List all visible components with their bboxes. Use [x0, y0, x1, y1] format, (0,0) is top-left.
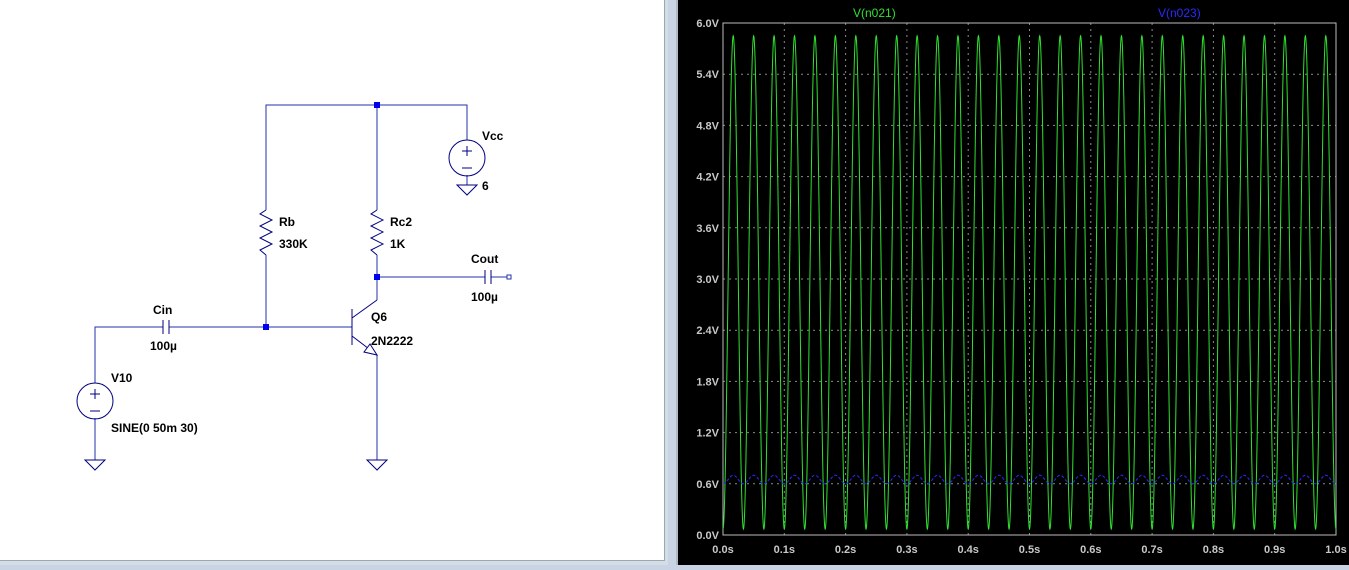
- x-tick-label: 0.1s: [774, 544, 795, 556]
- vcc-source-symbol: [448, 139, 486, 177]
- y-tick-label: 2.4V: [696, 325, 719, 337]
- y-tick-label: 0.0V: [696, 530, 719, 542]
- vcc-value: 6: [482, 179, 489, 193]
- y-tick-label: 5.4V: [696, 69, 719, 81]
- x-tick-label: 1.0s: [1325, 544, 1346, 556]
- y-tick-label: 6.0V: [696, 18, 719, 30]
- y-tick-label: 0.6V: [696, 479, 719, 491]
- y-axis-ticks: 0.0V 0.6V 1.2V 1.8V 2.4V 3.0V 3.6V 4.2V 4.8V 5.4V…: [696, 18, 719, 542]
- v10-value: SINE(0 50m 30): [111, 421, 198, 435]
- cout-name: Cout: [471, 252, 498, 266]
- trace-label-vn023[interactable]: V(n023): [1158, 6, 1201, 20]
- y-tick-label: 4.2V: [696, 172, 719, 184]
- cout-value: 100µ: [471, 290, 498, 304]
- x-tick-label: 0.9s: [1264, 544, 1285, 556]
- y-tick-label: 1.8V: [696, 376, 719, 388]
- x-tick-label: 0.6s: [1080, 544, 1101, 556]
- schematic-pane[interactable]: Vcc 6 Rb 330K Rc2 1K Cout 100µ Cin 100µ …: [0, 0, 668, 565]
- v10-name: V10: [111, 371, 133, 385]
- y-tick-label: 3.0V: [696, 274, 719, 286]
- ground-icon: [365, 459, 389, 471]
- q6-value: 2N2222: [371, 334, 413, 348]
- cin-value: 100µ: [150, 339, 177, 353]
- x-tick-label: 0.7s: [1141, 544, 1162, 556]
- rc2-value: 1K: [390, 237, 406, 251]
- schematic-drawing: Vcc 6 Rb 330K Rc2 1K Cout 100µ Cin 100µ …: [76, 102, 512, 471]
- node: [263, 324, 269, 330]
- trace-label-vn021[interactable]: V(n021): [853, 6, 896, 20]
- ground-icon: [83, 459, 107, 471]
- rc2-name: Rc2: [390, 215, 412, 229]
- ground-icon: [455, 184, 479, 196]
- wire-top: [265, 104, 468, 210]
- y-tick-label: 3.6V: [696, 223, 719, 235]
- vcc-name: Vcc: [482, 129, 504, 143]
- node: [374, 102, 380, 108]
- x-tick-label: 0.4s: [957, 544, 978, 556]
- x-axis-ticks: 0.0s 0.1s 0.2s 0.3s 0.4s 0.5s 0.6s 0.7s 0.8s 0.9s…: [712, 544, 1346, 556]
- x-tick-label: 0.8s: [1203, 544, 1224, 556]
- node: [374, 274, 380, 280]
- x-tick-label: 0.2s: [835, 544, 856, 556]
- rb-symbol: [258, 209, 274, 256]
- y-tick-label: 1.2V: [696, 428, 719, 440]
- output-terminal: [506, 274, 512, 280]
- x-tick-label: 0.0s: [712, 544, 733, 556]
- plot-grid: [723, 23, 1336, 535]
- cin-name: Cin: [153, 303, 172, 317]
- rb-value: 330K: [279, 237, 308, 251]
- x-tick-label: 0.5s: [1019, 544, 1040, 556]
- x-tick-label: 0.3s: [896, 544, 917, 556]
- v10-source-symbol: [76, 382, 114, 420]
- q6-name: Q6: [371, 310, 387, 324]
- waveform-plot[interactable]: 0.0V 0.6V 1.2V 1.8V 2.4V 3.0V 3.6V 4.2V 4.8V 5.4V…: [678, 0, 1349, 565]
- rc2-symbol: [369, 209, 385, 256]
- schematic-canvas[interactable]: Vcc 6 Rb 330K Rc2 1K Cout 100µ Cin 100µ …: [0, 0, 665, 561]
- waveform-pane[interactable]: 0.0V 0.6V 1.2V 1.8V 2.4V 3.0V 3.6V 4.2V 4.8V 5.4V…: [676, 0, 1349, 565]
- rb-name: Rb: [279, 215, 295, 229]
- y-tick-label: 4.8V: [696, 120, 719, 132]
- wires: [94, 104, 507, 460]
